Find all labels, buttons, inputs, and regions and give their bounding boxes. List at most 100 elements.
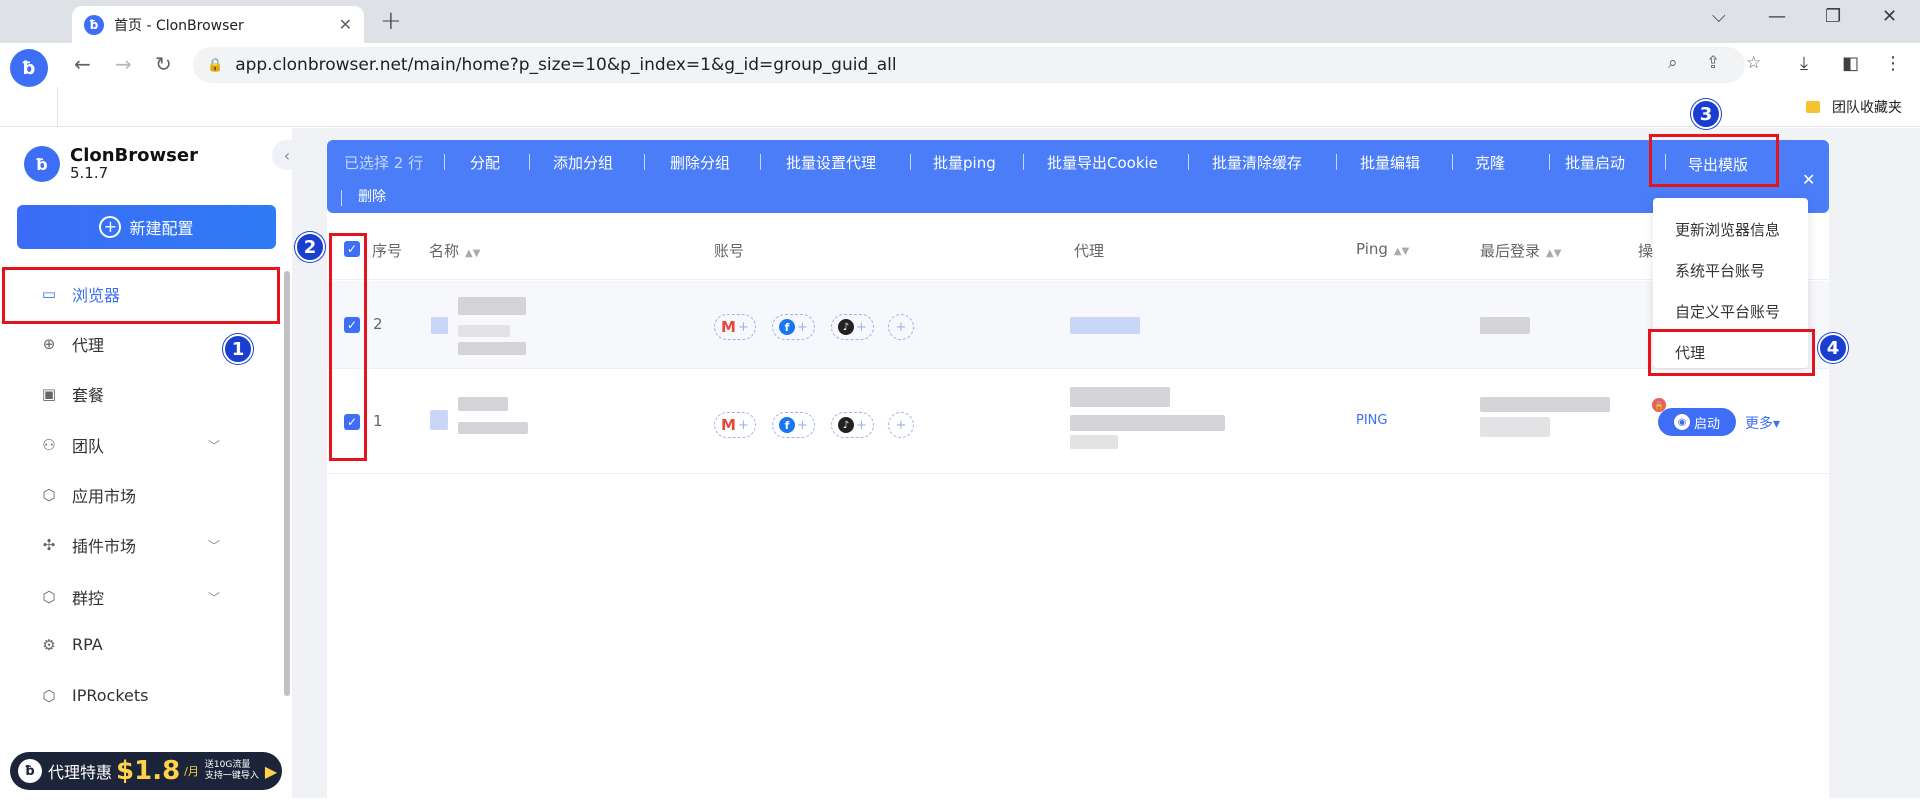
facebook-icon: f <box>779 417 795 433</box>
dropdown-item-custom-platform-account[interactable]: 自定义平台账号 <box>1675 301 1780 322</box>
ping-link[interactable]: PING <box>1356 413 1387 428</box>
delete-button[interactable]: 删除 <box>358 186 386 206</box>
tab-search-chevron-icon[interactable]: ⌵ <box>1712 6 1726 27</box>
browser-tab[interactable]: ƀ 首页 - ClonBrowser ✕ <box>72 6 364 43</box>
back-icon[interactable]: ← <box>74 52 91 76</box>
name-blurred <box>458 297 526 315</box>
address-bar[interactable]: 🔒 app.clonbrowser.net/main/home?p_size=1… <box>193 47 1745 83</box>
more-dropdown-button[interactable]: 更多▾ <box>1745 413 1780 433</box>
batch-ping-button[interactable]: 批量ping <box>933 152 996 173</box>
cube-icon: ⬡ <box>42 686 56 705</box>
annotation-badge-4: 4 <box>1818 333 1848 363</box>
batch-start-button[interactable]: 批量启动 <box>1565 152 1625 173</box>
sidebar-item-proxy[interactable]: ⊕ 代理 <box>38 332 238 356</box>
col-action: 操 <box>1638 242 1654 260</box>
start-browser-button[interactable]: ◉ 启动 <box>1658 408 1736 436</box>
table-row[interactable]: ✓ 1 M + f + ♪ + + PING 🔒 ◉ 启动 更多▾ <box>327 369 1829 474</box>
tiktok-account-chip[interactable]: ♪ + <box>831 412 874 438</box>
delete-group-button[interactable]: 删除分组 <box>670 152 730 173</box>
side-panel-icon[interactable]: ◧ <box>1842 53 1859 74</box>
tab-strip: ƀ 首页 - ClonBrowser ✕ + ⌵ — ❐ ✕ <box>0 0 1920 43</box>
promo-line1: 送10G流量 <box>204 760 251 770</box>
clonbrowser-app-icon[interactable]: ƀ <box>10 49 48 87</box>
col-account: 账号 <box>714 242 745 260</box>
profile-icon <box>431 317 448 334</box>
batch-set-proxy-button[interactable]: 批量设置代理 <box>786 152 876 173</box>
restore-icon[interactable]: ❐ <box>1825 6 1841 27</box>
annotation-box-browser-menu <box>2 267 280 324</box>
folder-icon <box>1806 101 1820 113</box>
table-row[interactable]: ✓ 2 M + f + ♪ + + <box>327 281 1829 369</box>
assign-button[interactable]: 分配 <box>470 152 500 173</box>
dropdown-item-update-browser-info[interactable]: 更新浏览器信息 <box>1675 219 1780 240</box>
lock-icon: 🔒 <box>207 57 224 73</box>
sidebar-item-team[interactable]: ⚇ 团队 ﹀ <box>38 433 238 457</box>
col-name[interactable]: 名称 ▲▼ <box>429 240 480 261</box>
forward-icon[interactable]: → <box>115 52 132 76</box>
sidebar-item-rpa[interactable]: ⚙ RPA <box>38 635 238 654</box>
proxy-blurred <box>1070 435 1118 449</box>
add-group-button[interactable]: 添加分组 <box>553 152 613 173</box>
bookmarks-bar: 团队收藏夹 <box>0 87 1920 127</box>
selected-count: 已选择 2 行 <box>344 154 424 172</box>
minimize-icon[interactable]: — <box>1768 6 1786 27</box>
reload-icon[interactable]: ↻ <box>155 52 172 76</box>
divider <box>529 154 530 170</box>
new-tab-icon[interactable]: + <box>380 6 402 36</box>
batch-export-cookie-button[interactable]: 批量导出Cookie <box>1047 152 1158 173</box>
col-ping[interactable]: Ping ▲▼ <box>1356 240 1409 258</box>
sidebar-item-label: 插件市场 <box>72 537 137 556</box>
facebook-account-chip[interactable]: f + <box>772 412 815 438</box>
share-icon[interactable]: ⇪ <box>1706 53 1720 73</box>
proxy-blurred <box>1070 415 1225 431</box>
gmail-account-chip[interactable]: M + <box>714 412 756 438</box>
sidebar-item-app-market[interactable]: ⬡ 应用市场 <box>38 483 238 507</box>
gmail-icon: M <box>721 318 736 336</box>
proxy-promo-banner[interactable]: ƀ 代理特惠 $1.8 /月 送10G流量 支持一键导入 ▶ <box>10 752 282 790</box>
facebook-account-chip[interactable]: f + <box>772 314 815 340</box>
chevron-down-icon: ﹀ <box>208 438 221 453</box>
batch-clear-cache-button[interactable]: 批量清除缓存 <box>1212 152 1302 173</box>
close-action-bar-icon[interactable]: ✕ <box>1802 170 1815 189</box>
wallet-icon: ▣ <box>41 385 57 403</box>
window-close-icon[interactable]: ✕ <box>1882 6 1897 27</box>
sidebar-item-plugin-market[interactable]: ✣ 插件市场 ﹀ <box>38 533 238 557</box>
name-blurred <box>458 342 526 355</box>
promo-unit: /月 <box>184 765 199 778</box>
sidebar-item-label: RPA <box>72 635 103 654</box>
sidebar-item-group-control[interactable]: ⬡ 群控 ﹀ <box>38 585 238 609</box>
sidebar-scrollbar[interactable] <box>284 271 290 696</box>
col-proxy: 代理 <box>1074 242 1105 260</box>
divider <box>1452 154 1453 170</box>
chrome-icon: ◉ <box>1673 414 1690 430</box>
sidebar-item-label: IPRockets <box>72 686 149 705</box>
promo-label: 代理特惠 <box>48 763 113 782</box>
bookmark-star-icon[interactable]: ☆ <box>1746 53 1761 73</box>
col-index: 序号 <box>372 242 403 260</box>
chrome-menu-icon[interactable]: ⋮ <box>1884 53 1902 74</box>
name-blurred <box>458 397 508 411</box>
tiktok-account-chip[interactable]: ♪ + <box>831 314 874 340</box>
sidebar-item-label: 代理 <box>72 336 105 355</box>
tiktok-icon: ♪ <box>838 319 854 335</box>
batch-edit-button[interactable]: 批量编辑 <box>1360 152 1420 173</box>
bookmark-folder[interactable]: 团队收藏夹 <box>1806 97 1902 117</box>
clone-button[interactable]: 克隆 <box>1475 152 1505 173</box>
sidebar-item-label: 群控 <box>72 589 105 608</box>
add-account-button[interactable]: + <box>888 314 914 340</box>
sidebar-item-package[interactable]: ▣ 套餐 <box>38 382 238 406</box>
zoom-icon[interactable]: ⌕ <box>1668 53 1678 73</box>
col-last-login[interactable]: 最后登录 ▲▼ <box>1480 240 1561 261</box>
add-account-button[interactable]: + <box>888 412 914 438</box>
new-config-button[interactable]: + 新建配置 <box>17 205 276 249</box>
browser-toolbar: ƀ ← → ↻ 🔒 app.clonbrowser.net/main/home?… <box>0 43 1920 87</box>
annotation-badge-2: 2 <box>295 232 325 262</box>
download-icon[interactable]: ⤓ <box>1800 53 1808 74</box>
clonbrowser-logo-icon: ƀ <box>24 146 60 182</box>
puzzle-icon: ✣ <box>42 536 56 554</box>
sidebar-item-iprockets[interactable]: ⬡ IPRockets <box>38 686 238 705</box>
tab-close-icon[interactable]: ✕ <box>339 15 352 34</box>
dropdown-item-system-platform-account[interactable]: 系统平台账号 <box>1675 260 1765 281</box>
gmail-account-chip[interactable]: M + <box>714 314 756 340</box>
chevron-down-icon: ﹀ <box>208 538 221 553</box>
